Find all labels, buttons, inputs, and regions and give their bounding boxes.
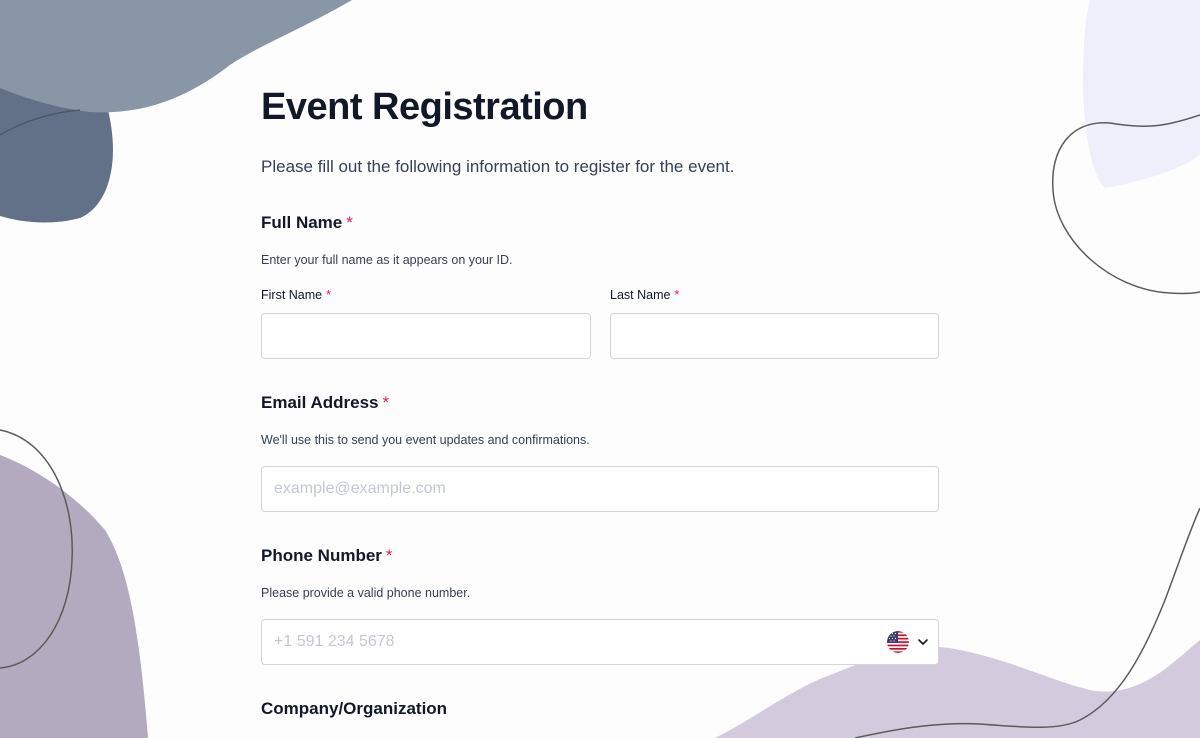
phone-hint: Please provide a valid phone number. bbox=[261, 586, 471, 600]
first-name-label: First Name * bbox=[261, 288, 331, 302]
email-hint: We'll use this to send you event updates… bbox=[261, 433, 590, 447]
phone-label: Phone Number * bbox=[261, 546, 393, 566]
required-marker: * bbox=[674, 288, 680, 302]
country-code-selector[interactable] bbox=[887, 629, 929, 655]
last-name-input[interactable] bbox=[610, 313, 939, 359]
page-title: Event Registration bbox=[261, 86, 588, 128]
phone-field bbox=[261, 619, 939, 665]
blob-bottom-left bbox=[0, 455, 148, 738]
email-label-text: Email Address bbox=[261, 393, 379, 412]
form-description: Please fill out the following informatio… bbox=[261, 157, 735, 176]
email-label: Email Address * bbox=[261, 393, 389, 413]
full-name-hint: Enter your full name as it appears on yo… bbox=[261, 253, 513, 267]
phone-label-text: Phone Number bbox=[261, 546, 382, 565]
company-label: Company/Organization bbox=[261, 699, 448, 718]
full-name-label-text: Full Name bbox=[261, 213, 343, 232]
required-marker: * bbox=[346, 213, 353, 232]
full-name-label: Full Name * bbox=[261, 213, 353, 233]
us-flag-icon bbox=[887, 631, 909, 653]
email-input[interactable] bbox=[261, 466, 939, 512]
first-name-input[interactable] bbox=[261, 313, 591, 359]
required-marker: * bbox=[385, 546, 393, 565]
required-marker: * bbox=[382, 393, 390, 412]
last-name-label: Last Name * bbox=[610, 288, 679, 302]
chevron-down-icon bbox=[918, 639, 928, 645]
last-name-label-text: Last Name bbox=[610, 288, 671, 302]
first-name-label-text: First Name bbox=[261, 288, 323, 302]
blob-right-top bbox=[1082, 0, 1200, 188]
phone-input[interactable] bbox=[261, 619, 939, 665]
required-marker: * bbox=[326, 288, 331, 302]
